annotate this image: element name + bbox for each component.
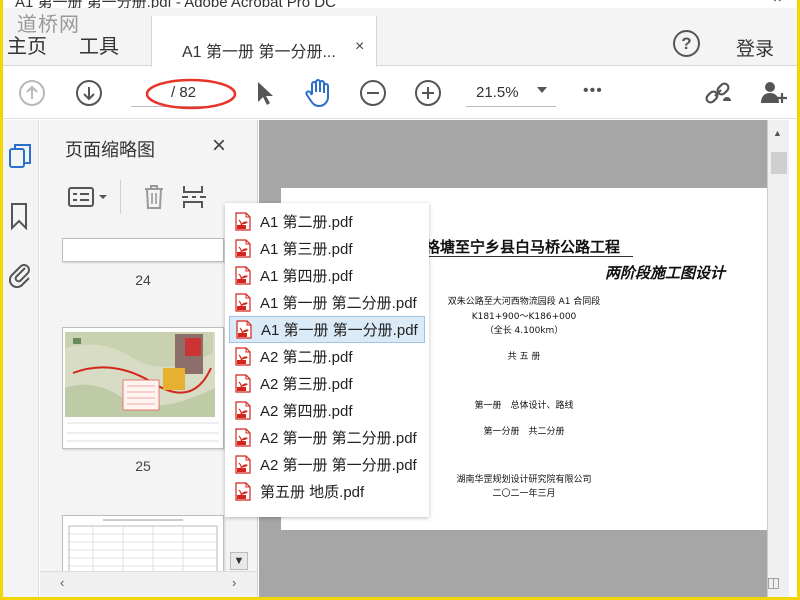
bookmark-icon[interactable] — [8, 202, 30, 235]
share-link-icon[interactable] — [703, 77, 735, 109]
file-menu-item-label: A1 第四册.pdf — [260, 268, 353, 285]
window-titlebar: A1 第一册 第一分册.pdf - Adobe Acrobat Pro DC —… — [3, 0, 797, 8]
file-menu-item[interactable]: A1 第二册.pdf — [229, 208, 425, 235]
pdf-file-icon — [236, 320, 252, 339]
navigation-rail — [3, 120, 39, 597]
file-menu-item[interactable]: A2 第四册.pdf — [229, 397, 425, 424]
toolbar-divider — [120, 180, 121, 214]
watermark: 道桥网 — [17, 12, 80, 36]
previous-page-icon[interactable] — [16, 77, 48, 109]
file-menu-item-label: A2 第四册.pdf — [260, 403, 353, 420]
scroll-right-icon[interactable]: › — [232, 575, 236, 590]
panel-close-icon[interactable]: × — [212, 132, 226, 160]
open-files-menu: A1 第二册.pdf A1 第三册.pdf A1 第四册.pdf A1 第一册 第二分… — [225, 203, 429, 517]
minimize-icon[interactable]: — — [715, 0, 730, 7]
thumbnail-page-25[interactable] — [62, 327, 224, 449]
tab-document-label: A1 第一册 第一分册... — [182, 44, 336, 61]
scroll-left-icon[interactable]: ‹ — [60, 575, 64, 590]
attachment-icon[interactable] — [7, 258, 33, 293]
file-menu-item-label: A1 第一册 第一分册.pdf — [261, 322, 418, 339]
scroll-down-arrow-icon[interactable]: ▼ — [230, 552, 248, 570]
pdf-file-icon — [235, 293, 251, 312]
doc-title: 格塘至宁乡县白马桥公路工程 — [425, 238, 621, 256]
zoom-out-icon[interactable] — [357, 77, 389, 109]
file-menu-item[interactable]: A1 第三册.pdf — [229, 235, 425, 262]
file-menu-item-label: A2 第二册.pdf — [260, 349, 353, 366]
panel-title: 页面缩略图 — [65, 140, 155, 160]
watermark-corner: ◫ — [767, 574, 781, 590]
pdf-file-icon — [235, 401, 251, 420]
file-menu-item-label: A1 第一册 第二分册.pdf — [260, 295, 417, 312]
zoom-caret-icon — [537, 87, 547, 93]
more-tools-icon[interactable]: ••• — [583, 82, 603, 100]
thumbnail-page-26[interactable] — [62, 515, 224, 575]
page-thumbnails-icon[interactable] — [7, 142, 33, 177]
file-menu-item-label: A2 第一册 第一分册.pdf — [260, 457, 417, 474]
file-menu-item-label: 第五册 地质.pdf — [260, 484, 365, 501]
zoom-in-icon[interactable] — [412, 77, 444, 109]
select-cursor-icon[interactable] — [248, 77, 280, 109]
pdf-file-icon — [235, 428, 251, 447]
next-page-icon[interactable] — [73, 77, 105, 109]
file-menu-item[interactable]: A2 第三册.pdf — [229, 370, 425, 397]
file-menu-item[interactable]: 第五册 地质.pdf — [229, 478, 425, 505]
pdf-file-icon — [235, 482, 251, 501]
toolbar: / 82 21.5% ••• — [3, 67, 797, 119]
help-icon[interactable]: ? — [673, 30, 700, 57]
app-window: A1 第一册 第一分册.pdf - Adobe Acrobat Pro DC —… — [3, 0, 797, 597]
map-thumbnail-image — [63, 328, 223, 448]
zoom-value: 21.5% — [476, 84, 519, 101]
pdf-file-icon — [235, 374, 251, 393]
window-title: A1 第一册 第一分册.pdf - Adobe Acrobat Pro DC — [15, 0, 336, 8]
pdf-file-icon — [235, 347, 251, 366]
tab-document[interactable]: A1 第一册 第一分册... × — [151, 16, 377, 67]
title-rule — [425, 256, 633, 257]
file-menu-item-label: A2 第三册.pdf — [260, 376, 353, 393]
file-menu-item[interactable]: A2 第二册.pdf — [229, 343, 425, 370]
file-menu-item[interactable]: A1 第一册 第二分册.pdf — [229, 289, 425, 316]
file-menu-item[interactable]: A2 第一册 第一分册.pdf — [229, 451, 425, 478]
scrollbar-thumb[interactable] — [771, 152, 787, 174]
file-menu-item[interactable]: A1 第四册.pdf — [229, 262, 425, 289]
tab-close-icon[interactable]: × — [355, 38, 364, 56]
file-menu-item-label: A1 第三册.pdf — [260, 241, 353, 258]
file-menu-item-label: A2 第一册 第二分册.pdf — [260, 430, 417, 447]
doc-subtitle: 两阶段施工图设计 — [605, 264, 726, 282]
add-user-icon[interactable] — [758, 77, 790, 109]
horizontal-scrollbar[interactable]: ‹ › — [40, 571, 257, 595]
delete-page-icon[interactable] — [142, 183, 166, 216]
menu-bar: 主页 工具 A1 第一册 第一分册... × ? 登录 — [3, 8, 797, 67]
close-window-icon[interactable]: × — [773, 0, 782, 7]
pdf-file-icon — [235, 266, 251, 285]
file-menu-item-label: A1 第二册.pdf — [260, 214, 353, 231]
thumbnail-label: 25 — [135, 458, 151, 474]
pdf-file-icon — [235, 212, 251, 231]
red-annotation-ellipse — [145, 78, 237, 110]
pdf-file-icon — [235, 239, 251, 258]
menu-tools[interactable]: 工具 — [79, 30, 119, 59]
login-button[interactable]: 登录 — [736, 34, 774, 61]
thumbnail-options-icon[interactable] — [67, 185, 113, 214]
thumbnail-page-24[interactable] — [62, 238, 224, 262]
hand-tool-icon[interactable] — [302, 77, 334, 109]
vertical-scrollbar[interactable]: ▲ — [767, 120, 789, 597]
file-menu-item[interactable]: A2 第一册 第二分册.pdf — [229, 424, 425, 451]
table-thumbnail-image — [68, 519, 218, 573]
pdf-file-icon — [235, 455, 251, 474]
scroll-up-icon[interactable]: ▲ — [773, 128, 782, 138]
insert-page-icon[interactable] — [180, 183, 208, 216]
thumbnail-label: 24 — [135, 272, 151, 288]
file-menu-item[interactable]: A1 第一册 第一分册.pdf — [229, 316, 425, 343]
